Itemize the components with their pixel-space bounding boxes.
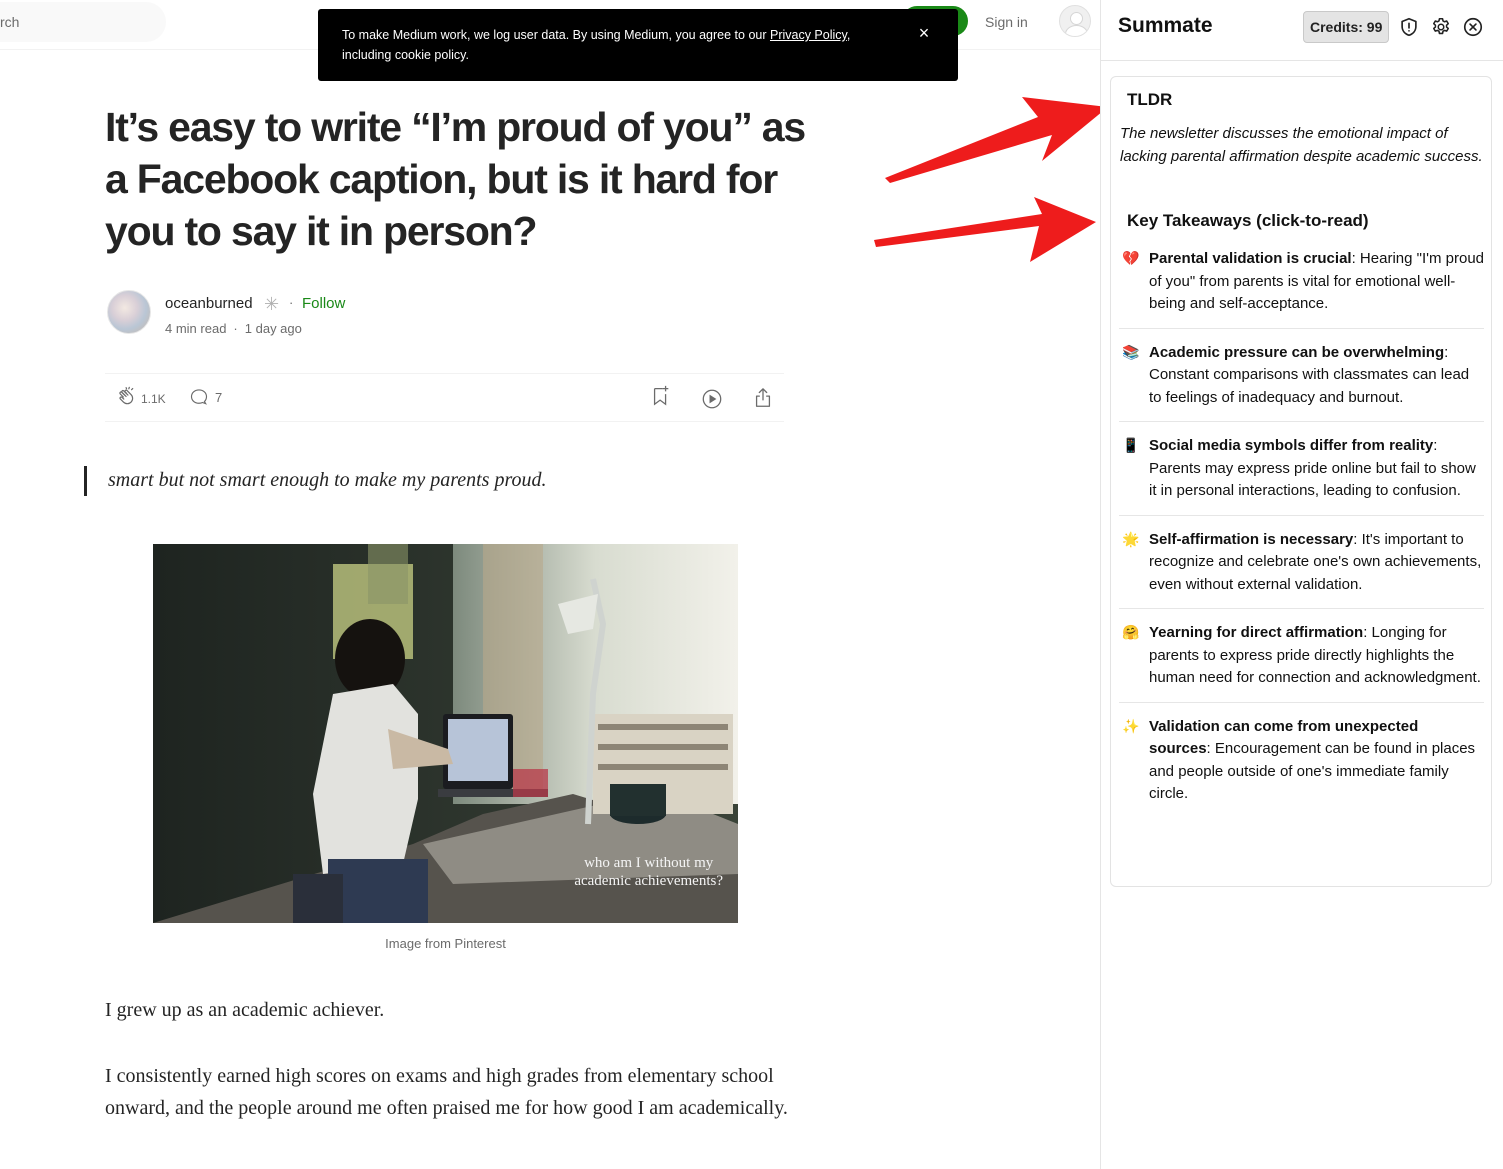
listen-play-icon[interactable]	[701, 388, 723, 410]
author-avatar[interactable]	[107, 290, 151, 334]
cookie-close-icon[interactable]: ×	[914, 23, 934, 43]
takeaway-item[interactable]: 🌟 Self-affirmation is necessary: It's im…	[1119, 526, 1484, 609]
posted-time: 1 day ago	[244, 321, 302, 336]
read-time: 4 min read	[165, 321, 227, 336]
member-star-icon: ✳	[264, 294, 280, 314]
bookmark-add-icon[interactable]	[650, 384, 672, 408]
overlay-line-2: academic achievements?	[574, 873, 723, 889]
key-takeaways-heading: Key Takeaways (click-to-read)	[1127, 211, 1369, 230]
broken-heart-icon: 💔	[1122, 250, 1140, 266]
summary-card: TLDR The newsletter discusses the emotio…	[1110, 76, 1492, 887]
summate-panel: Summate Credits: 99 TLDR The newsletter …	[1100, 0, 1503, 1169]
shield-icon[interactable]	[1398, 16, 1420, 38]
response-count: 7	[215, 390, 223, 405]
search-placeholder: rch	[0, 14, 20, 30]
glowing-star-icon: 🌟	[1122, 530, 1140, 547]
article-image[interactable]: who am I without my academic achievement…	[153, 544, 738, 923]
books-icon: 📚	[1122, 343, 1140, 360]
tldr-text: The newsletter discusses the emotional i…	[1120, 125, 1483, 165]
image-overlay-text: who am I without my academic achievement…	[574, 854, 723, 890]
overlay-line-1: who am I without my	[584, 855, 714, 871]
clap-count: 1.1K	[141, 392, 166, 406]
author-name[interactable]: oceanburned	[165, 295, 253, 312]
clap-icon[interactable]	[116, 386, 138, 408]
medium-article-page: rch Sign in To make Medium work, we log …	[0, 0, 1100, 1169]
article-meta: 4 min read · 1 day ago	[165, 321, 302, 336]
summate-title: Summate	[1118, 14, 1213, 37]
takeaway-title: Social media symbols differ from reality	[1149, 437, 1434, 454]
credits-badge[interactable]: Credits: 99	[1303, 11, 1390, 43]
takeaway-title: Parental validation is crucial	[1149, 250, 1352, 267]
sparkles-icon: ✨	[1122, 717, 1140, 734]
key-takeaways-list: 💔 Parental validation is crucial: Hearin…	[1119, 245, 1484, 828]
article-headline: It’s easy to write “I’m proud of you” as…	[105, 104, 806, 254]
header-divider	[1101, 60, 1503, 61]
mobile-phone-icon: 📱	[1122, 437, 1140, 453]
tldr-heading: TLDR	[1127, 90, 1173, 109]
takeaway-item[interactable]: 💔 Parental validation is crucial: Hearin…	[1119, 245, 1484, 329]
search-input[interactable]: rch	[0, 2, 166, 42]
annotation-arrow-top	[885, 97, 1100, 183]
takeaway-title: Yearning for direct affirmation	[1149, 624, 1364, 641]
paragraph-2: I consistently earned high scores on exa…	[105, 1065, 788, 1119]
share-icon[interactable]	[752, 386, 774, 410]
cookie-banner: To make Medium work, we log user data. B…	[318, 9, 958, 81]
takeaway-item[interactable]: 📱 Social media symbols differ from reali…	[1119, 432, 1484, 516]
annotation-arrow-bottom	[874, 197, 1096, 262]
meta-separator: ·	[233, 321, 238, 336]
cookie-text-before: To make Medium work, we log user data. B…	[342, 28, 770, 42]
hugging-face-icon: 🤗	[1122, 624, 1140, 640]
user-avatar-icon[interactable]	[1059, 5, 1091, 37]
follow-button[interactable]: Follow	[302, 295, 345, 312]
gear-icon[interactable]	[1430, 16, 1452, 38]
takeaway-item[interactable]: ✨ Validation can come from unexpected so…	[1119, 713, 1484, 818]
privacy-policy-link[interactable]: Privacy Policy	[770, 28, 847, 42]
response-icon[interactable]	[189, 387, 209, 407]
annotation-arrows	[874, 97, 1100, 262]
takeaway-item[interactable]: 📚 Academic pressure can be overwhelming:…	[1119, 339, 1484, 422]
pull-quote: smart but not smart enough to make my pa…	[84, 466, 547, 496]
takeaway-title: Academic pressure can be overwhelming	[1149, 343, 1445, 361]
author-separator: ·	[289, 295, 294, 310]
paragraph-1: I grew up as an academic achiever.	[105, 999, 385, 1021]
takeaway-item[interactable]: 🤗 Yearning for direct affirmation: Longi…	[1119, 619, 1484, 703]
sign-in-link[interactable]: Sign in	[985, 14, 1028, 30]
article-action-bar: 1.1K 7	[105, 373, 784, 422]
close-circle-icon[interactable]	[1462, 16, 1484, 38]
image-caption: Image from Pinterest	[385, 936, 506, 951]
takeaway-title: Self-affirmation is necessary	[1149, 530, 1354, 548]
